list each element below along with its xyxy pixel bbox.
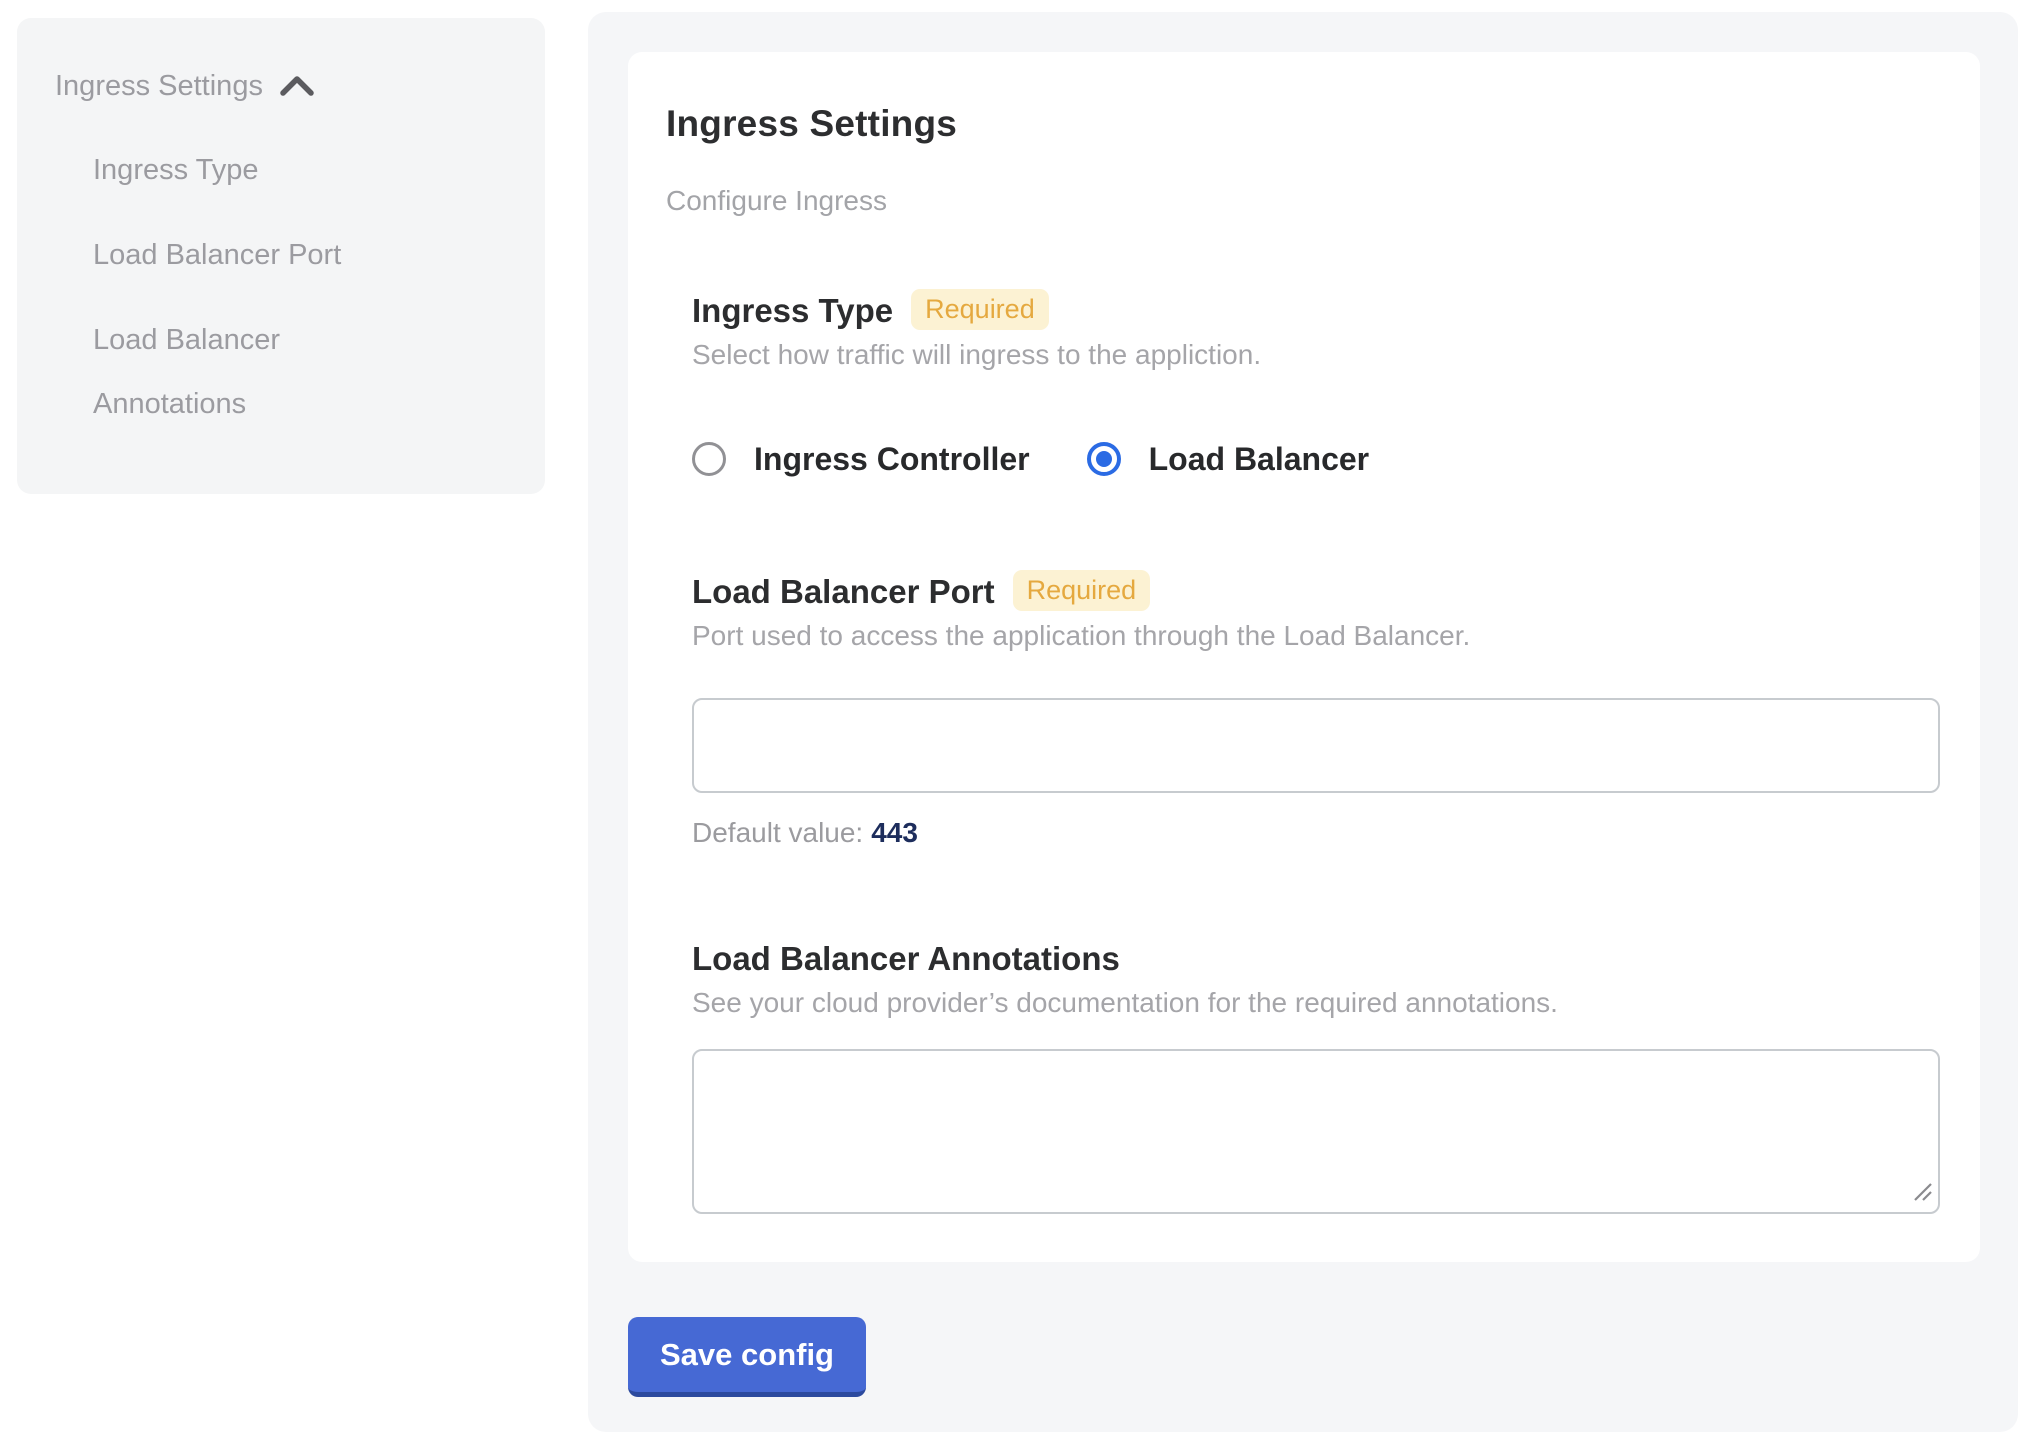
annotations-textarea-wrap bbox=[692, 1049, 1940, 1214]
radio-label[interactable]: Ingress Controller bbox=[754, 439, 1030, 479]
section-description: Select how traffic will ingress to the a… bbox=[692, 337, 1942, 373]
default-value: 443 bbox=[871, 817, 918, 848]
save-config-button[interactable]: Save config bbox=[628, 1317, 866, 1397]
load-balancer-annotations-textarea[interactable] bbox=[692, 1049, 1940, 1214]
radio-selected-icon[interactable] bbox=[1087, 442, 1121, 476]
ingress-type-radio-group: Ingress Controller Load Balancer bbox=[692, 439, 1942, 479]
resize-handle-icon[interactable] bbox=[1910, 1179, 1934, 1208]
section-heading-row: Ingress Type Required bbox=[692, 290, 1942, 331]
page-subtitle: Configure Ingress bbox=[666, 184, 1942, 218]
sidebar-group-ingress-settings[interactable]: Ingress Settings bbox=[55, 68, 507, 104]
settings-sidebar: Ingress Settings Ingress Type Load Balan… bbox=[17, 18, 545, 494]
chevron-up-icon bbox=[279, 73, 315, 99]
load-balancer-port-input[interactable] bbox=[692, 698, 1940, 793]
section-description: Port used to access the application thro… bbox=[692, 618, 1942, 654]
section-load-balancer-annotations: Load Balancer Annotations See your cloud… bbox=[692, 939, 1942, 1214]
sidebar-item-list: Ingress Type Load Balancer Port Load Bal… bbox=[55, 138, 507, 436]
page-title: Ingress Settings bbox=[666, 102, 1942, 146]
radio-unselected-icon[interactable] bbox=[692, 442, 726, 476]
sidebar-item-ingress-type[interactable]: Ingress Type bbox=[93, 138, 413, 202]
section-heading-row: Load Balancer Annotations bbox=[692, 939, 1942, 979]
section-load-balancer-port: Load Balancer Port Required Port used to… bbox=[692, 571, 1942, 851]
section-description: See your cloud provider’s documentation … bbox=[692, 985, 1942, 1021]
sidebar-group-label: Ingress Settings bbox=[55, 68, 263, 104]
radio-option-load-balancer[interactable]: Load Balancer bbox=[1087, 439, 1370, 479]
section-ingress-type: Ingress Type Required Select how traffic… bbox=[692, 290, 1942, 479]
radio-option-ingress-controller[interactable]: Ingress Controller bbox=[692, 439, 1030, 479]
radio-label[interactable]: Load Balancer bbox=[1149, 439, 1370, 479]
default-value-label: Default value: bbox=[692, 817, 863, 848]
section-label: Load Balancer Annotations bbox=[692, 939, 1120, 979]
section-label: Load Balancer Port bbox=[692, 572, 995, 612]
sidebar-item-load-balancer-annotations[interactable]: Load Balancer Annotations bbox=[93, 308, 413, 436]
required-badge: Required bbox=[911, 289, 1049, 330]
settings-panel: Ingress Settings Configure Ingress Ingre… bbox=[588, 12, 2018, 1432]
section-label: Ingress Type bbox=[692, 291, 893, 331]
sidebar-item-load-balancer-port[interactable]: Load Balancer Port bbox=[93, 223, 413, 287]
section-heading-row: Load Balancer Port Required bbox=[692, 571, 1942, 612]
required-badge: Required bbox=[1013, 570, 1151, 611]
ingress-settings-card: Ingress Settings Configure Ingress Ingre… bbox=[628, 52, 1980, 1262]
default-value-line: Default value: 443 bbox=[692, 815, 1942, 851]
